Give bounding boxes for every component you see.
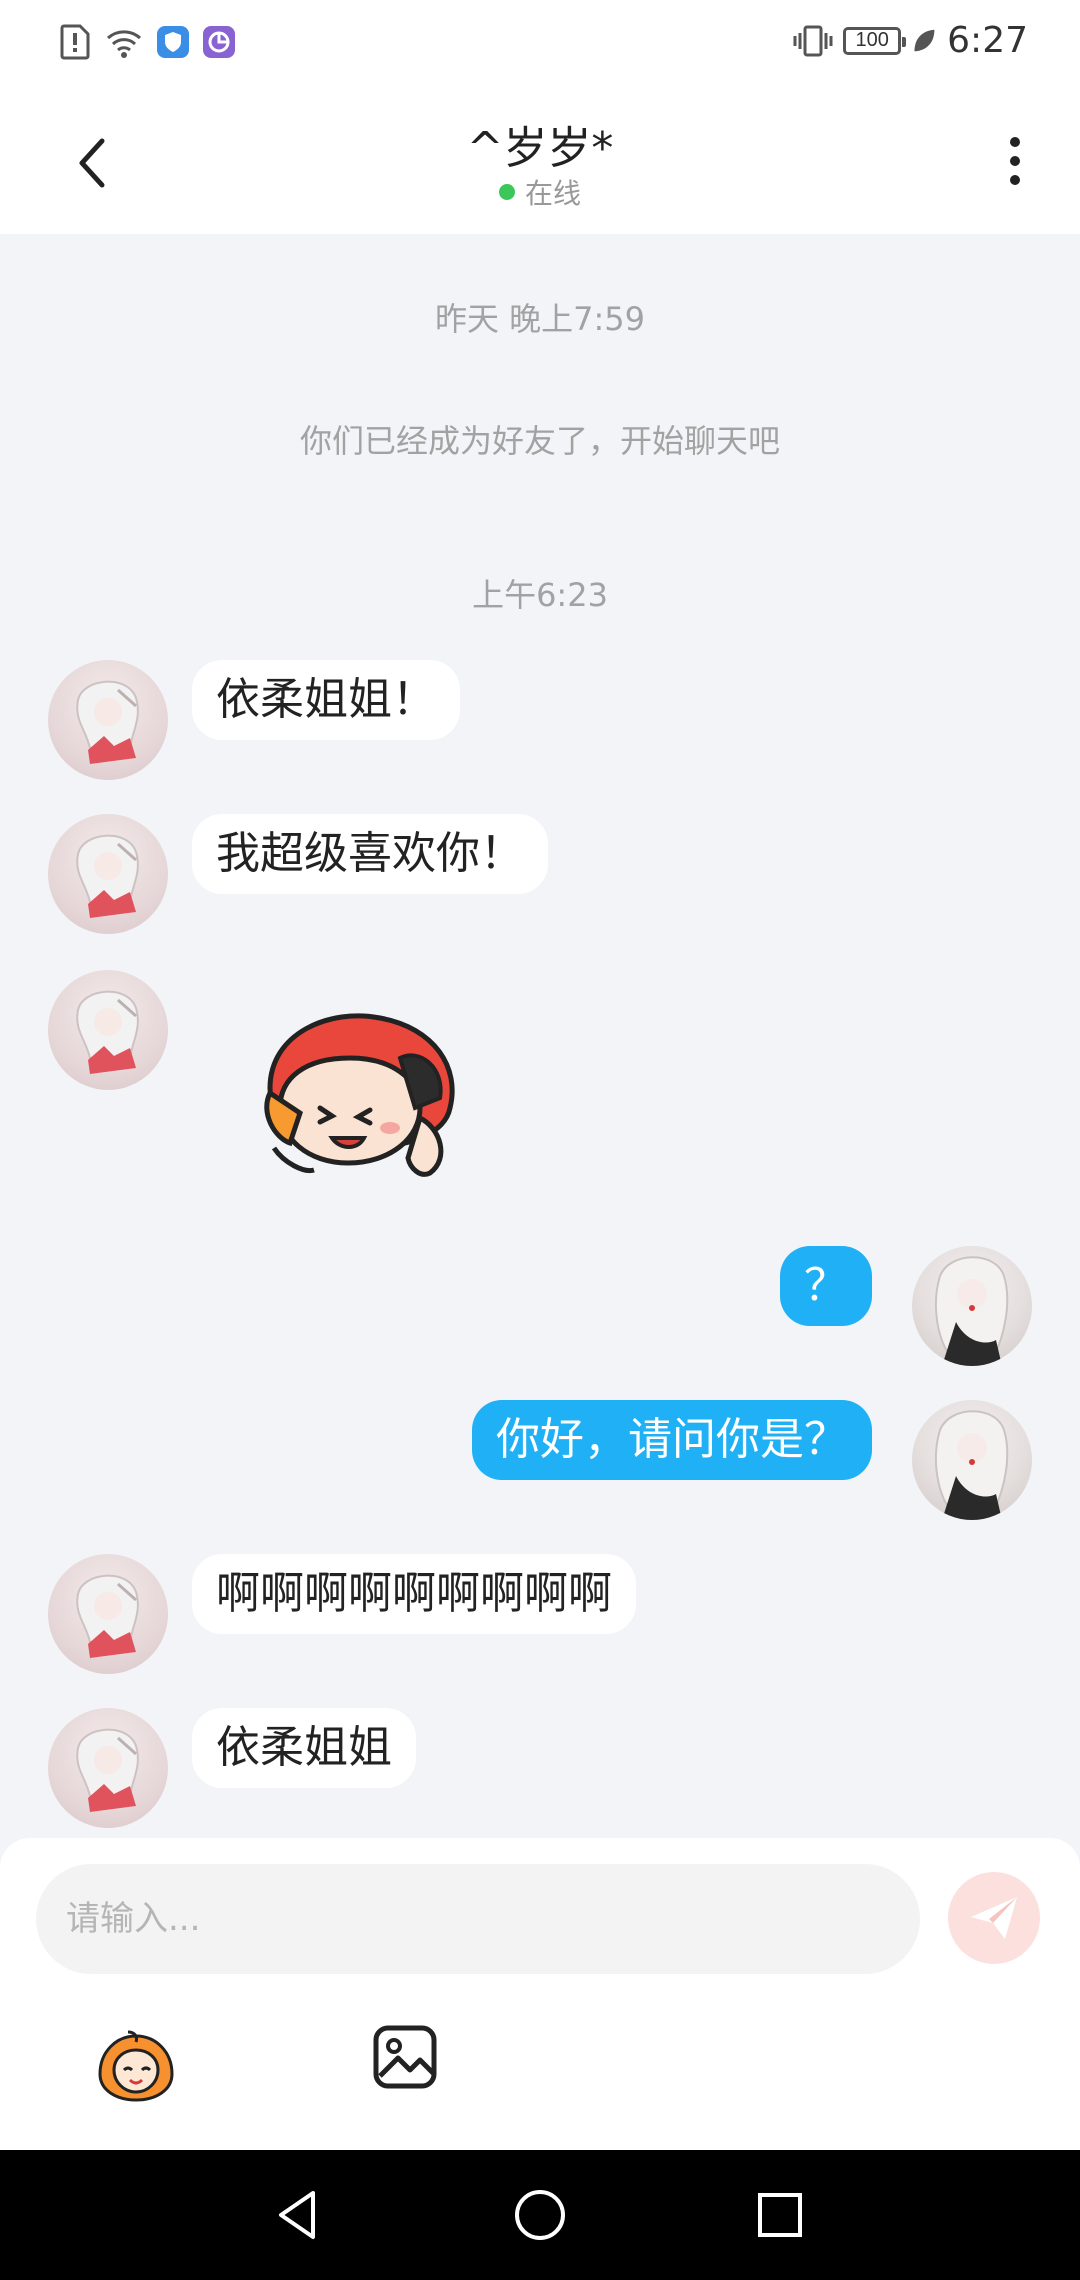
contact-avatar[interactable]: [48, 1554, 168, 1674]
message-list[interactable]: 昨天 晚上7:59 你们已经成为好友了，开始聊天吧 上午6:23 依柔姐姐！ 我…: [0, 234, 1080, 1838]
more-options-button[interactable]: [990, 126, 1040, 196]
status-right-icons: 100 6:27: [793, 20, 1028, 61]
incoming-message[interactable]: 依柔姐姐！: [192, 660, 460, 740]
date-divider: 昨天 晚上7:59: [434, 300, 646, 338]
shield-app-icon: [157, 26, 189, 58]
outgoing-message[interactable]: 你好，请问你是？: [472, 1400, 872, 1480]
battery-level: 100: [855, 29, 889, 51]
avatar-illustration: [76, 990, 139, 1074]
sticker-image[interactable]: [250, 998, 480, 1188]
incoming-message[interactable]: 啊啊啊啊啊啊啊啊啊: [192, 1554, 636, 1634]
leaf-icon: [914, 29, 935, 51]
friend-notice: 你们已经成为好友了，开始聊天吧: [299, 422, 780, 460]
presence-text: 在线: [524, 177, 581, 210]
emoji-sticker-icon[interactable]: [92, 2024, 180, 2104]
avatar-illustration: [76, 1728, 139, 1812]
sim-alert-icon: [60, 24, 90, 60]
avatar-illustration: [934, 1256, 1009, 1366]
square-recent-icon: [758, 2193, 802, 2237]
composer-panel: [0, 1838, 1080, 2150]
presence-status: 在线: [0, 172, 1080, 212]
vibrate-icon: [793, 25, 833, 56]
avatar-illustration: [76, 834, 139, 918]
avatar-illustration: [934, 1410, 1009, 1520]
nav-home-button[interactable]: [505, 2180, 575, 2250]
avatar-illustration: [76, 1574, 139, 1658]
online-dot: [498, 184, 515, 200]
wifi-icon: [107, 30, 141, 58]
nav-recent-button[interactable]: [745, 2180, 815, 2250]
contact-avatar[interactable]: [48, 970, 168, 1090]
my-avatar[interactable]: [912, 1246, 1032, 1366]
triangle-back-icon: [279, 2191, 315, 2239]
my-avatar[interactable]: [912, 1400, 1032, 1520]
incoming-message[interactable]: 依柔姐姐: [192, 1708, 416, 1788]
more-vertical-icon: [1010, 137, 1020, 147]
chat-header: ^岁岁* 在线: [0, 92, 1080, 234]
time-divider: 上午6:23: [472, 576, 608, 614]
message-input[interactable]: [36, 1864, 920, 1974]
incoming-message[interactable]: 我超级喜欢你！: [192, 814, 548, 894]
avatar-illustration: [76, 680, 139, 764]
send-button[interactable]: [948, 1872, 1040, 1964]
status-left-icons: [58, 24, 236, 60]
app-notification-icon: [203, 26, 235, 58]
outgoing-message[interactable]: ？: [780, 1246, 872, 1326]
image-icon[interactable]: [372, 2024, 438, 2090]
contact-avatar[interactable]: [48, 814, 168, 934]
system-nav-bar: [0, 2150, 1080, 2280]
contact-avatar[interactable]: [48, 660, 168, 780]
status-bar: 100 6:27: [0, 0, 1080, 92]
nav-back-button[interactable]: [264, 2180, 334, 2250]
contact-name: ^岁岁*: [466, 123, 614, 174]
circle-home-icon: [515, 2190, 565, 2240]
status-time: 6:27: [947, 20, 1028, 61]
paper-plane-icon: [971, 1897, 1017, 1939]
contact-avatar[interactable]: [48, 1708, 168, 1828]
battery-indicator: 100: [843, 26, 907, 55]
